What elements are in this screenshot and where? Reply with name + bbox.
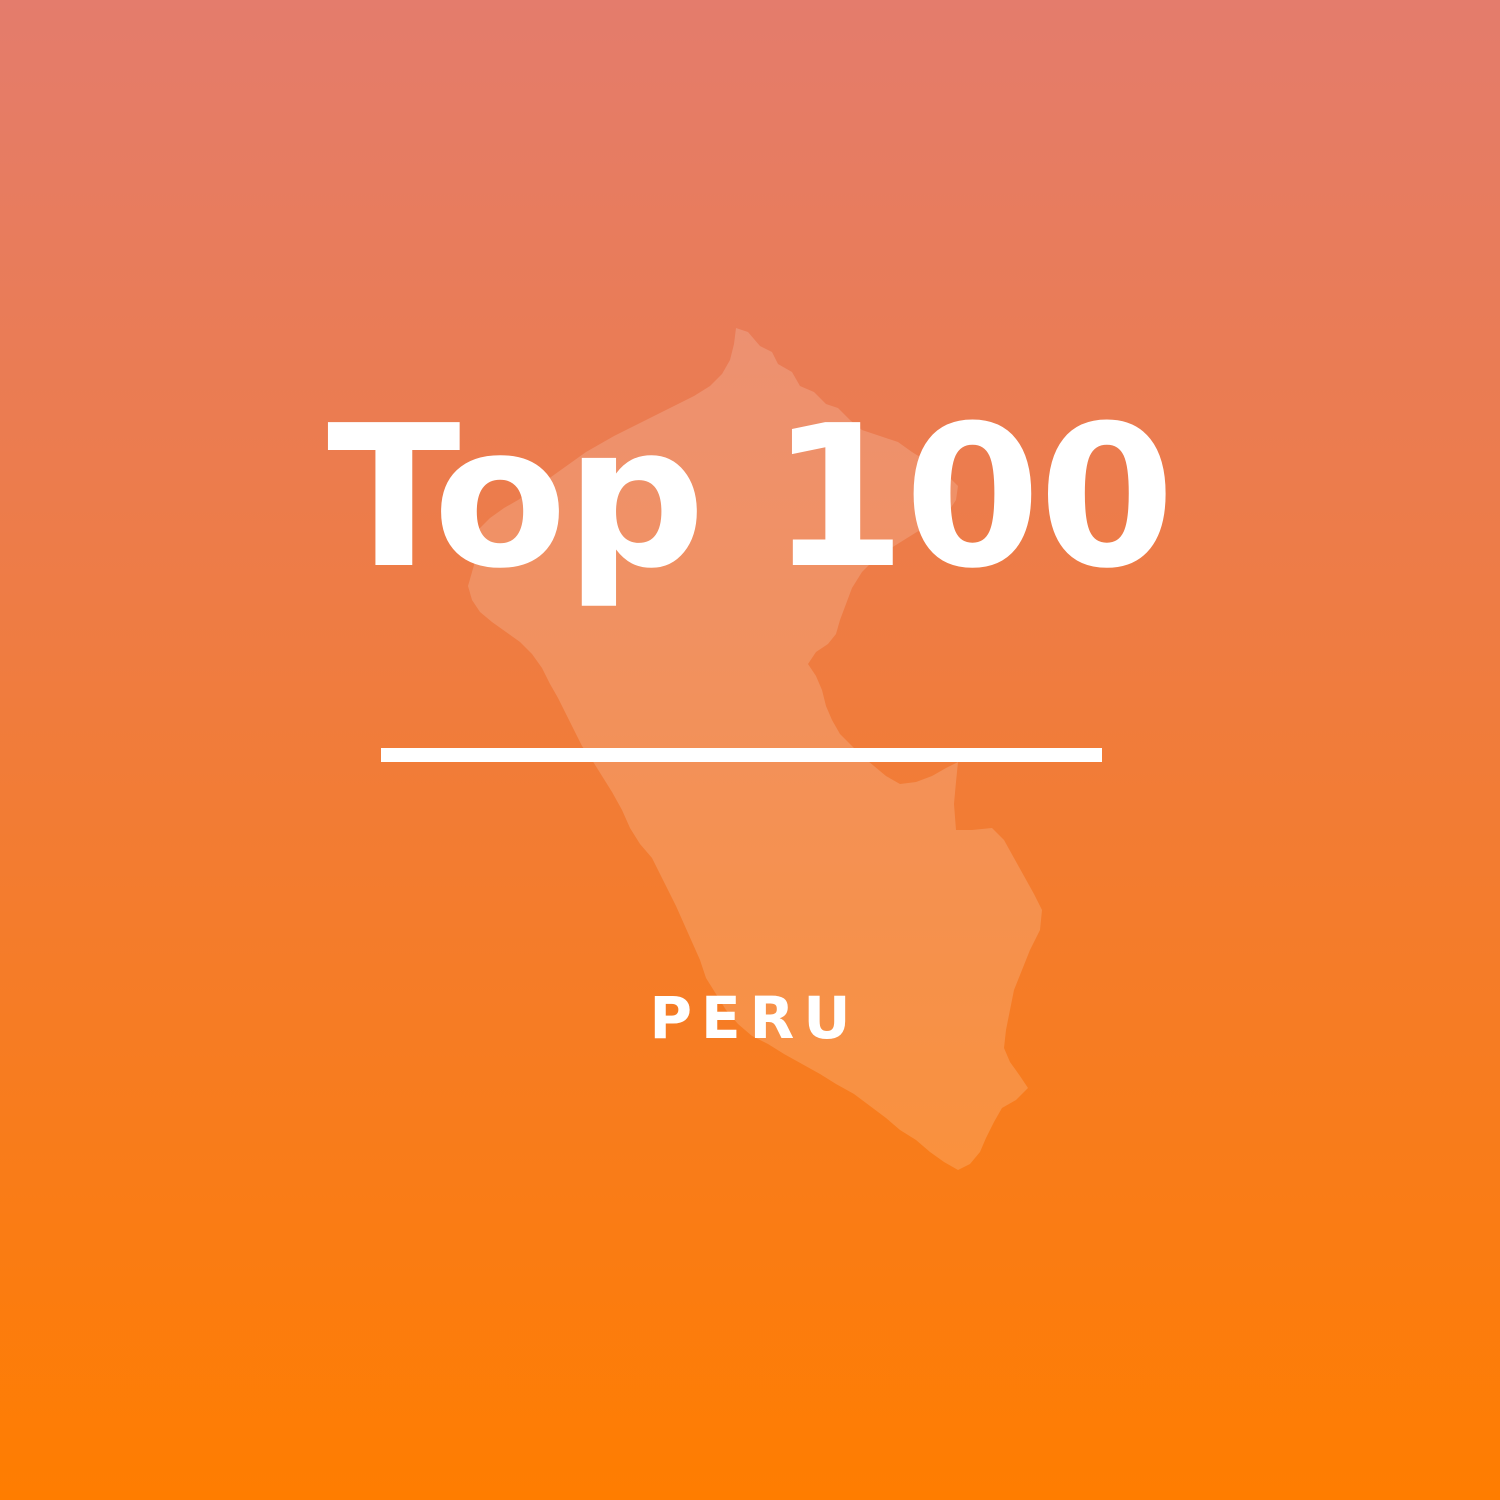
country-label: PERU [649,984,860,1052]
playlist-title: Top 100 [327,384,1175,612]
playlist-cover: Top 100 PERU [0,0,1500,1500]
title-divider [381,748,1102,762]
